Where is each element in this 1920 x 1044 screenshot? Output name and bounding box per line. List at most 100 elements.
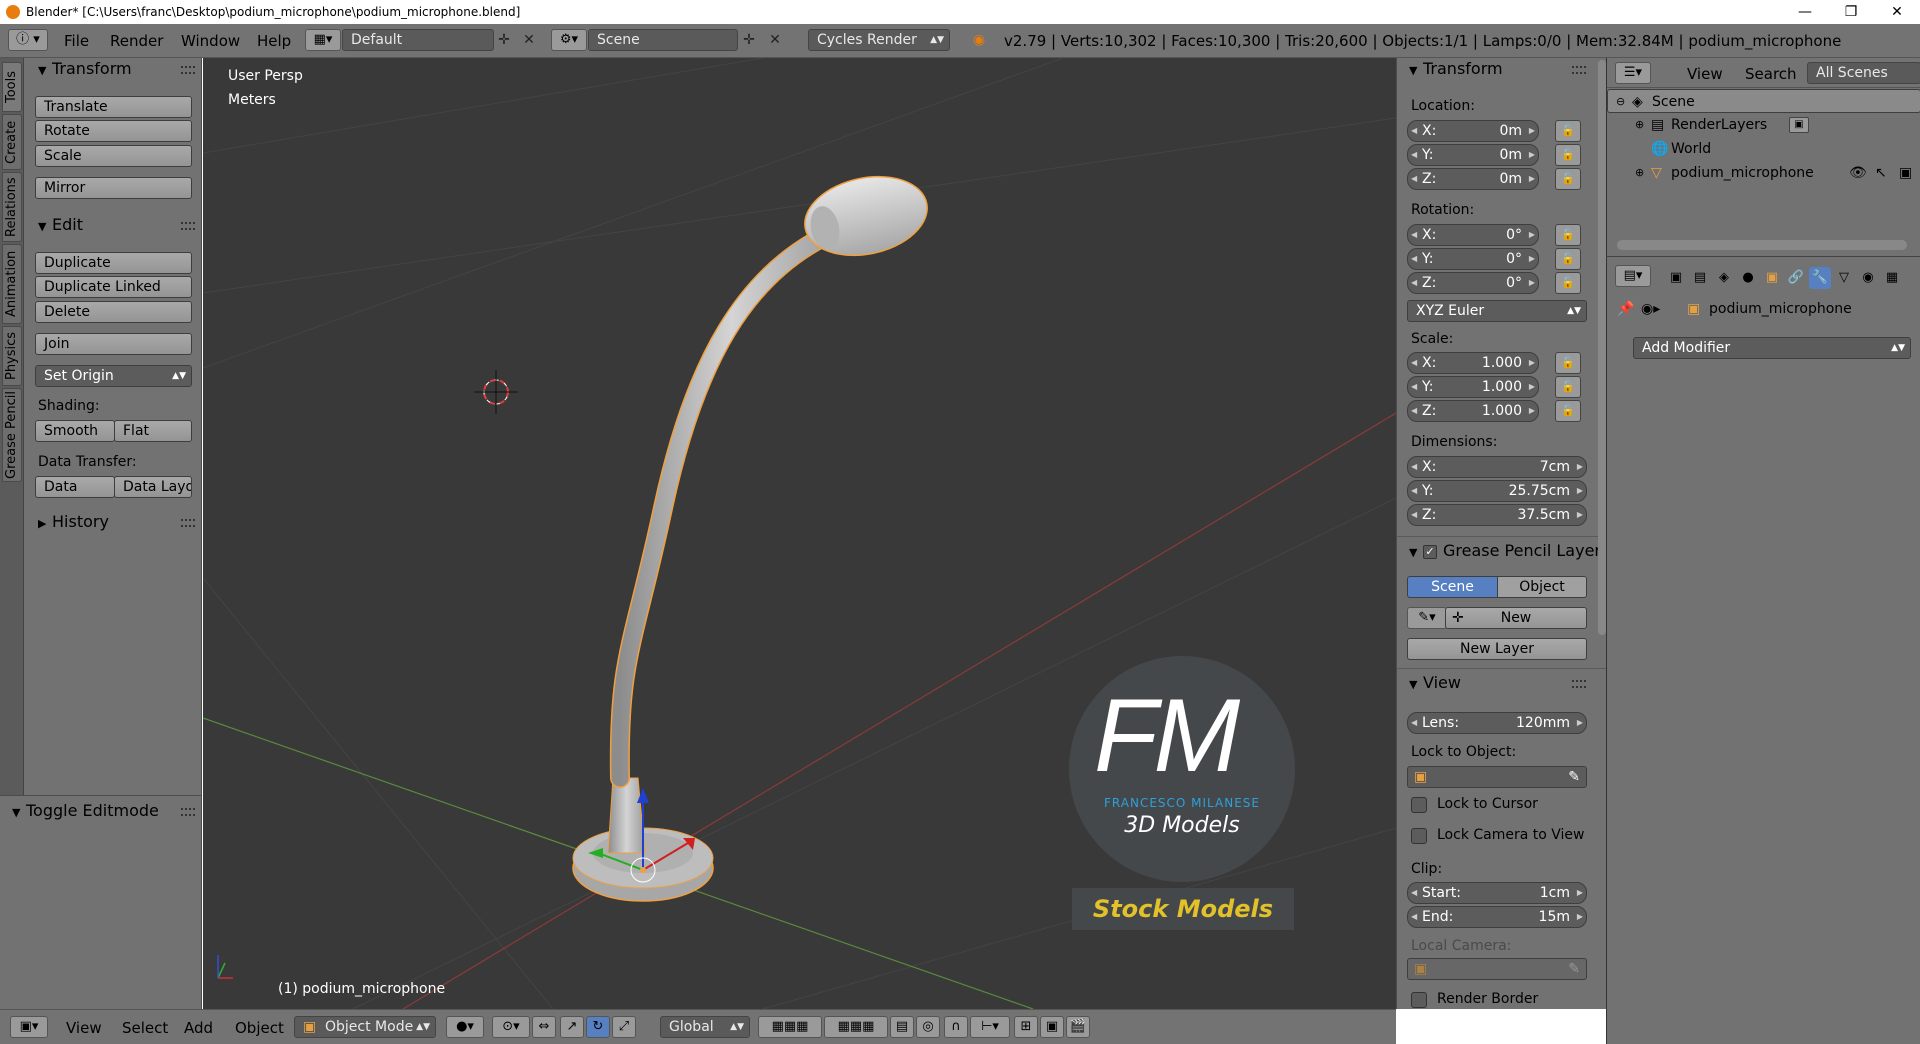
history-panel-header[interactable]: ▶ History (38, 511, 109, 533)
lock-icon[interactable]: 🔓 (1555, 400, 1581, 422)
grip-icon[interactable] (181, 519, 195, 527)
editor-type-icon[interactable]: ▣▾ (10, 1016, 48, 1038)
close-button[interactable]: ✕ (1874, 0, 1920, 24)
outliner-row-renderlayers[interactable]: ⊕ ▤ RenderLayers ▣ (1607, 113, 1920, 137)
outliner-row-world[interactable]: 🌐 World (1607, 137, 1920, 161)
lock-icon[interactable]: 🔓 (1555, 272, 1581, 294)
duplicate-linked-button[interactable]: Duplicate Linked (35, 276, 192, 298)
scene-field[interactable]: Scene (588, 29, 738, 51)
mirror-button[interactable]: Mirror (35, 177, 192, 199)
render-animation-icon[interactable]: 🎬 (1066, 1016, 1090, 1038)
set-origin-select[interactable]: Set Origin ▲▼ (35, 365, 192, 387)
grip-icon[interactable] (181, 808, 195, 816)
grease-new-button[interactable]: ✛ New (1445, 607, 1587, 629)
viewport-shading-icon[interactable]: ●▾ (446, 1016, 484, 1038)
snap-target-icon[interactable]: ⊞ (1014, 1016, 1038, 1038)
edit-panel-header[interactable]: ▼ Edit (38, 214, 83, 236)
transform-panel-header[interactable]: ▼ Transform (1409, 58, 1503, 80)
outliner-menu-search[interactable]: Search (1745, 64, 1797, 84)
delete-screen-icon[interactable]: ✕ (520, 31, 538, 49)
screen-layout-field[interactable]: Default (342, 29, 494, 51)
lock-icon[interactable]: 🔓 (1555, 168, 1581, 190)
expand-icon[interactable]: ⊕ (1635, 113, 1644, 137)
lock-camera-checkbox[interactable] (1411, 828, 1427, 844)
lock-icon[interactable]: 🔓 (1555, 248, 1581, 270)
constraints-tab-icon[interactable]: 🔗 (1785, 267, 1807, 289)
grip-icon[interactable] (1572, 680, 1586, 688)
add-screen-icon[interactable]: ✛ (495, 31, 513, 49)
render-icon[interactable]: ▣ (1040, 1016, 1064, 1038)
menu-window[interactable]: Window (181, 28, 240, 54)
properties-scrollbar[interactable] (1598, 60, 1606, 635)
material-tab-icon[interactable]: ◉ (1857, 267, 1879, 289)
visibility-eye-icon[interactable]: 👁 (1849, 161, 1867, 185)
scene-icon[interactable]: ⚙▾ (551, 29, 587, 51)
new-layer-button[interactable]: New Layer (1407, 638, 1587, 660)
3d-viewport[interactable]: User Persp Meters (1) podium_microphone … (203, 58, 1396, 1009)
menu-help[interactable]: Help (257, 28, 291, 54)
translate-button[interactable]: Translate (35, 96, 192, 118)
display-mode-select[interactable]: All Scenes (1807, 62, 1920, 84)
tab-tools[interactable]: Tools (2, 62, 22, 112)
scale-y-field[interactable]: ◀ Y: 1.000 ▶ (1407, 376, 1539, 398)
render-layer-icon[interactable]: ▣ (1789, 117, 1809, 133)
tab-relations[interactable]: Relations (2, 172, 22, 242)
tab-physics[interactable]: Physics (2, 326, 22, 386)
collapse-icon[interactable]: ⊖ (1616, 90, 1625, 114)
translate-manipulator-icon[interactable]: ↗ (560, 1016, 584, 1038)
tab-create[interactable]: Create (2, 114, 22, 170)
manipulator-toggle-icon[interactable]: ⇔ (532, 1016, 556, 1038)
menu-file[interactable]: File (64, 28, 89, 54)
data-tab-icon[interactable]: ▽ (1833, 267, 1855, 289)
tab-grease-pencil[interactable]: Grease Pencil (2, 388, 22, 482)
lens-field[interactable]: ◀ Lens: 120mm ▶ (1407, 712, 1587, 734)
data-layout-button[interactable]: Data Layo (114, 476, 192, 498)
menu-view[interactable]: View (66, 1018, 102, 1038)
rotation-y-field[interactable]: ◀ Y: 0° ▶ (1407, 248, 1539, 270)
outliner-scrollbar[interactable] (1617, 240, 1907, 250)
smooth-button[interactable]: Smooth (35, 420, 115, 442)
minimize-button[interactable]: — (1782, 0, 1828, 24)
join-button[interactable]: Join (35, 333, 192, 355)
clip-end-field[interactable]: ◀ End: 15m ▶ (1407, 906, 1587, 928)
grip-icon[interactable] (181, 222, 195, 230)
lock-layers-icon[interactable]: ▤ (890, 1016, 914, 1038)
render-tab-icon[interactable]: ▣ (1665, 267, 1687, 289)
rotation-mode-select[interactable]: XYZ Euler ▲▼ (1407, 300, 1587, 322)
layers-icon[interactable]: ▦▦▦ (758, 1016, 822, 1038)
menu-select[interactable]: Select (122, 1018, 168, 1038)
render-layers-tab-icon[interactable]: ▤ (1689, 267, 1711, 289)
editor-type-info-icon[interactable]: ⓘ ▾ (8, 29, 48, 51)
screen-layout-icon[interactable]: ▦▾ (305, 29, 341, 51)
outliner-editor-icon[interactable]: ☰▾ (1615, 62, 1651, 84)
data-button[interactable]: Data (35, 476, 115, 498)
pivot-point-icon[interactable]: ⊙▾ (492, 1016, 530, 1038)
location-z-field[interactable]: ◀ Z: 0m ▶ (1407, 168, 1539, 190)
menu-add[interactable]: Add (184, 1018, 213, 1038)
rotate-button[interactable]: Rotate (35, 120, 192, 142)
transform-orientation-select[interactable]: Global ▲▼ (660, 1016, 750, 1038)
location-y-field[interactable]: ◀ Y: 0m ▶ (1407, 144, 1539, 166)
3d-cursor-icon[interactable] (474, 370, 518, 414)
scene-tab-icon[interactable]: ◈ (1713, 267, 1735, 289)
selectable-cursor-icon[interactable]: ↖ (1875, 161, 1887, 185)
object-tab-icon[interactable]: ▣ (1761, 267, 1783, 289)
mode-select[interactable]: ▣ Object Mode ▲▼ (294, 1016, 436, 1038)
lock-object-field[interactable]: ▣ ✎ (1407, 766, 1587, 788)
scale-button[interactable]: Scale (35, 145, 192, 167)
proportional-edit-icon[interactable]: ◎ (916, 1016, 940, 1038)
dimensions-z-field[interactable]: ◀ Z: 37.5cm ▶ (1407, 504, 1587, 526)
snap-element-icon[interactable]: ⊢▾ (970, 1016, 1010, 1038)
transform-panel-header[interactable]: ▼ Transform (38, 58, 132, 80)
eyedropper-icon[interactable]: ✎ (1568, 767, 1580, 787)
rotation-z-field[interactable]: ◀ Z: 0° ▶ (1407, 272, 1539, 294)
outliner-row-scene[interactable]: ⊖ ◈ Scene (1607, 89, 1920, 113)
grip-icon[interactable] (1572, 66, 1586, 74)
scale-x-field[interactable]: ◀ X: 1.000 ▶ (1407, 352, 1539, 374)
grease-pencil-checkbox[interactable]: ✓ (1423, 544, 1437, 559)
lock-icon[interactable]: 🔓 (1555, 352, 1581, 374)
tab-animation[interactable]: Animation (2, 244, 22, 324)
properties-editor-icon[interactable]: ▤▾ (1615, 265, 1651, 287)
location-x-field[interactable]: ◀ X: 0m ▶ (1407, 120, 1539, 142)
lock-icon[interactable]: 🔓 (1555, 224, 1581, 246)
